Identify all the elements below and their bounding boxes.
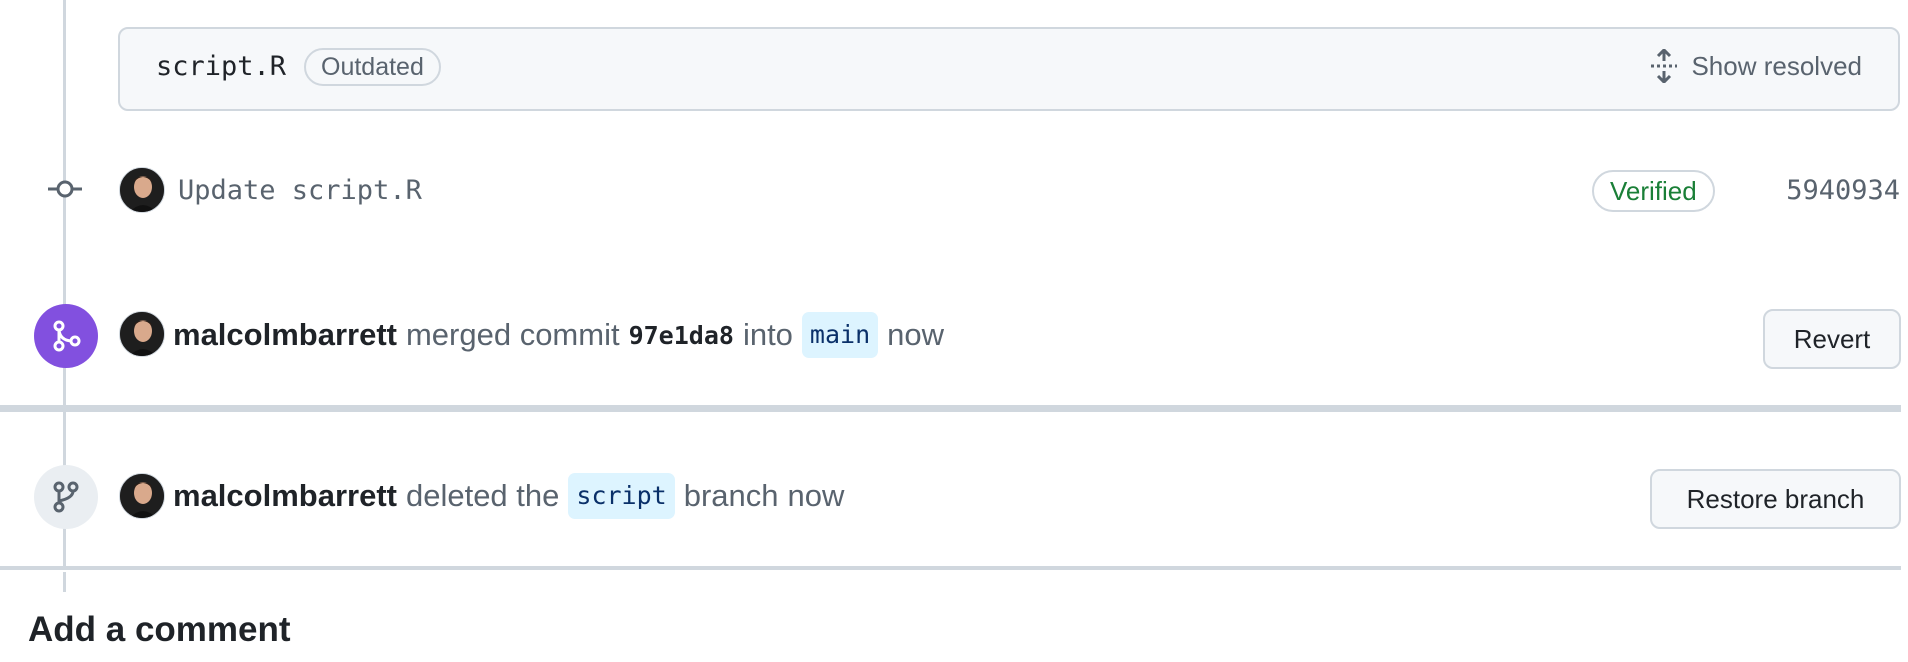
git-commit-icon: [48, 178, 82, 205]
git-merge-icon: [34, 304, 98, 368]
event-time[interactable]: now: [788, 478, 845, 514]
author-link[interactable]: malcolmbarrett: [173, 478, 397, 514]
show-resolved-label: Show resolved: [1691, 50, 1862, 81]
event-time[interactable]: now: [887, 317, 944, 353]
review-file-header: script.R Outdated Show resolved: [118, 27, 1900, 111]
add-comment-heading: Add a comment: [28, 610, 291, 649]
verified-badge[interactable]: Verified: [1592, 170, 1715, 212]
commit-sha-link[interactable]: 5940934: [1786, 175, 1900, 206]
timeline-end-divider: [0, 566, 1901, 570]
base-branch-chip[interactable]: main: [801, 312, 879, 358]
show-resolved-button[interactable]: Show resolved: [1649, 49, 1862, 83]
revert-button[interactable]: Revert: [1763, 309, 1901, 369]
git-branch-icon: [34, 465, 98, 529]
delete-branch-event-text: malcolmbarrett deleted the script branch…: [173, 473, 844, 519]
timeline-line: [63, 572, 66, 592]
restore-branch-button[interactable]: Restore branch: [1650, 469, 1901, 529]
merge-event-text: malcolmbarrett merged commit 97e1da8 int…: [173, 312, 944, 358]
commit-message-link[interactable]: Update script.R: [178, 175, 422, 206]
author-link[interactable]: malcolmbarrett: [173, 317, 397, 353]
merged-commit-sha-link[interactable]: 97e1da8: [629, 321, 734, 350]
avatar[interactable]: [119, 167, 165, 213]
deleted-branch-chip[interactable]: script: [568, 473, 675, 519]
file-name[interactable]: script.R: [156, 51, 286, 82]
avatar[interactable]: [119, 311, 165, 357]
into-word: into: [742, 317, 793, 352]
timeline-divider: [0, 405, 1901, 412]
outdated-badge: Outdated: [304, 48, 441, 86]
merge-verb: merged commit: [405, 317, 620, 352]
branch-word: branch: [683, 478, 779, 513]
delete-verb: deleted the: [405, 478, 560, 513]
avatar[interactable]: [119, 473, 165, 519]
unfold-icon: [1651, 49, 1678, 83]
